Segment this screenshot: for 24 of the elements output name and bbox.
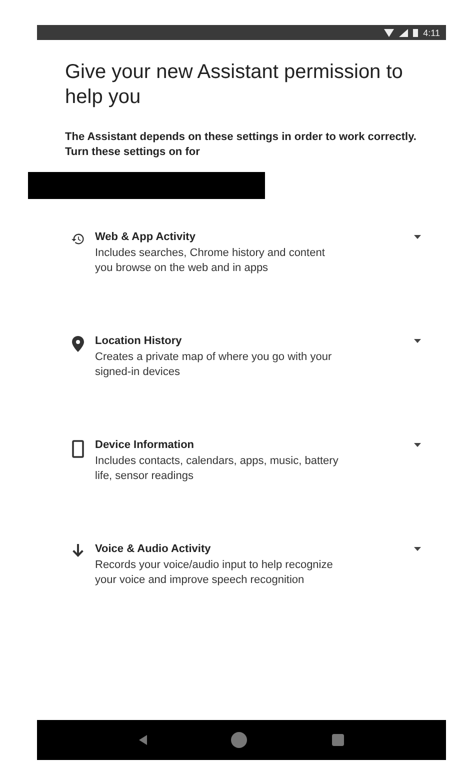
setting-description: Records your voice/audio input to help recognize your voice and improve speech recognition xyxy=(95,558,334,588)
caret-icon xyxy=(414,339,420,343)
setting-description: Includes contacts, calendars, apps, music, battery life, sensor readings xyxy=(95,454,340,484)
status-time: 4:11 xyxy=(423,28,440,38)
setting-title: Voice & Audio Activity xyxy=(95,543,212,555)
caret-icon xyxy=(414,443,420,447)
caret-icon xyxy=(414,547,420,551)
phone-icon xyxy=(72,440,84,458)
home-button[interactable] xyxy=(231,732,248,748)
recents-button[interactable] xyxy=(332,734,344,746)
back-button[interactable] xyxy=(139,735,148,745)
caret-icon xyxy=(414,235,420,239)
page-title: Give your new Assistant permission to help you xyxy=(65,60,404,110)
location-pin-icon xyxy=(72,336,84,352)
setting-description: Includes searches, Chrome history and content you browse on the web and in apps xyxy=(95,246,326,276)
setting-title: Device Information xyxy=(95,439,196,451)
setting-description: Creates a private map of where you go with your signed-in devices xyxy=(95,350,333,380)
battery-icon xyxy=(413,28,418,37)
signal-icon xyxy=(399,28,408,36)
wifi-icon xyxy=(384,28,394,36)
description-text: The Assistant depends on these settings in order to work correctly. Turn these settings on for xyxy=(65,130,418,160)
setting-title: Web & App Activity xyxy=(95,231,196,243)
setting-title: Location History xyxy=(95,335,183,347)
history-icon xyxy=(71,232,85,246)
